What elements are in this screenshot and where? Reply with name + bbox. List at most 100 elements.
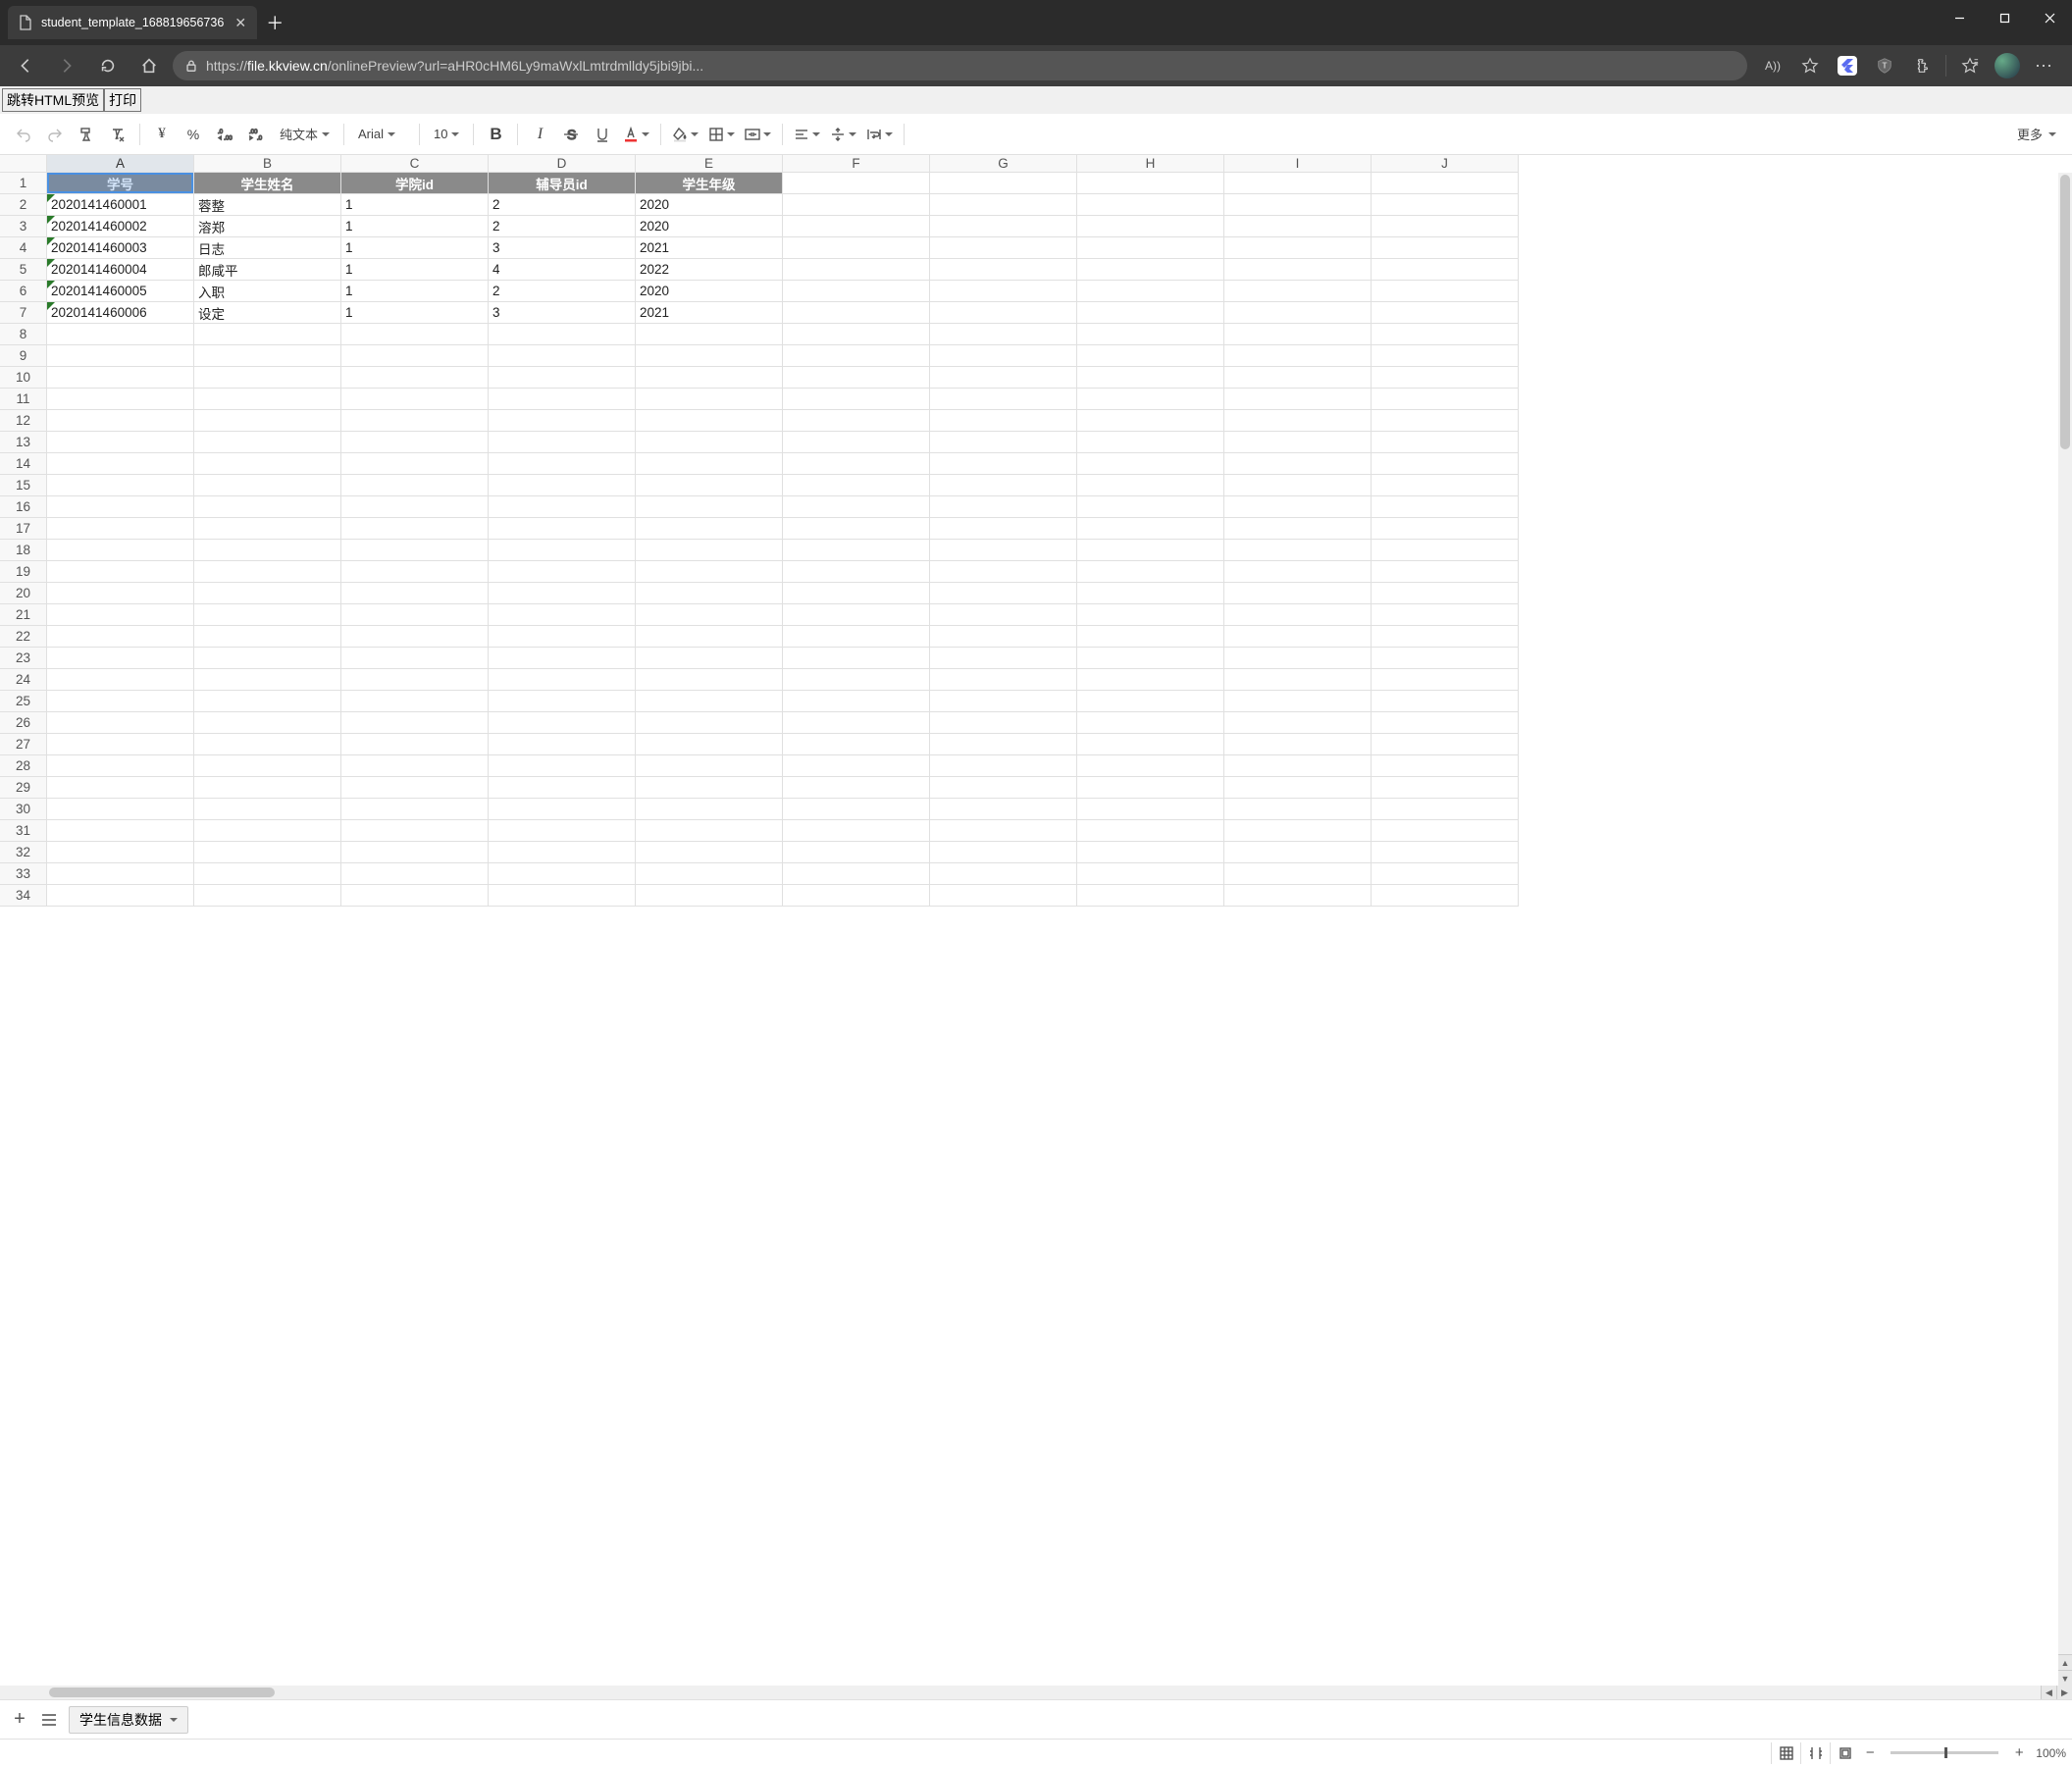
cell[interactable] [783, 799, 930, 820]
cell[interactable] [489, 863, 636, 885]
more-button[interactable]: 更多 [2011, 125, 2062, 143]
row-header[interactable]: 15 [0, 475, 47, 496]
cell[interactable] [341, 885, 489, 907]
cell[interactable] [930, 604, 1077, 626]
row-header[interactable]: 13 [0, 432, 47, 453]
format-painter-button[interactable] [73, 121, 100, 148]
cell[interactable] [341, 518, 489, 540]
cell[interactable] [47, 885, 194, 907]
cell[interactable] [783, 842, 930, 863]
cell[interactable] [1372, 475, 1519, 496]
row-header[interactable]: 28 [0, 755, 47, 777]
cell[interactable] [194, 496, 341, 518]
cell[interactable] [194, 324, 341, 345]
column-header[interactable]: E [636, 155, 783, 173]
cell[interactable] [47, 475, 194, 496]
increase-decimal-button[interactable]: .00.0 [242, 121, 270, 148]
cell[interactable] [47, 410, 194, 432]
cell[interactable] [489, 626, 636, 648]
cell[interactable] [783, 453, 930, 475]
cell[interactable]: 1 [341, 281, 489, 302]
cell[interactable] [341, 648, 489, 669]
extension-flutter-icon[interactable] [1832, 50, 1863, 81]
scroll-right-button[interactable]: ▶ [2056, 1686, 2072, 1699]
cell[interactable] [930, 669, 1077, 691]
cell[interactable] [930, 324, 1077, 345]
column-header[interactable]: H [1077, 155, 1224, 173]
horizontal-scrollbar[interactable]: ◀ ▶ [0, 1686, 2072, 1699]
cell[interactable] [1224, 496, 1372, 518]
cell[interactable] [489, 712, 636, 734]
cell[interactable] [47, 389, 194, 410]
cell[interactable] [636, 734, 783, 755]
cell[interactable] [1372, 259, 1519, 281]
cell[interactable]: 入职 [194, 281, 341, 302]
cell[interactable] [783, 389, 930, 410]
cell[interactable] [194, 755, 341, 777]
cell[interactable] [341, 540, 489, 561]
cell[interactable] [1372, 453, 1519, 475]
cell[interactable] [1224, 259, 1372, 281]
merge-cells-button[interactable] [742, 121, 774, 148]
cell[interactable] [1224, 302, 1372, 324]
cell[interactable] [783, 259, 930, 281]
cell[interactable] [1372, 777, 1519, 799]
cell[interactable] [930, 820, 1077, 842]
cell[interactable] [341, 712, 489, 734]
cell[interactable] [194, 799, 341, 820]
cell[interactable] [636, 626, 783, 648]
cell[interactable] [1077, 281, 1224, 302]
cell[interactable] [47, 626, 194, 648]
font-size-select[interactable]: 10 [428, 122, 465, 147]
cell[interactable] [930, 259, 1077, 281]
cell[interactable] [636, 755, 783, 777]
cell[interactable] [1372, 302, 1519, 324]
cell[interactable] [1224, 648, 1372, 669]
cell[interactable] [1372, 216, 1519, 237]
cell[interactable] [636, 496, 783, 518]
cell[interactable] [341, 345, 489, 367]
profile-avatar[interactable] [1992, 50, 2023, 81]
cell[interactable] [341, 561, 489, 583]
select-all-corner[interactable] [0, 155, 47, 173]
column-header[interactable]: D [489, 155, 636, 173]
cell[interactable] [783, 432, 930, 453]
cell[interactable] [47, 648, 194, 669]
row-header[interactable]: 12 [0, 410, 47, 432]
cell[interactable] [1372, 410, 1519, 432]
cell[interactable] [1224, 345, 1372, 367]
print-button[interactable]: 打印 [104, 88, 141, 112]
cell[interactable] [636, 345, 783, 367]
cell[interactable] [1077, 173, 1224, 194]
cell[interactable] [1372, 281, 1519, 302]
cell[interactable] [930, 518, 1077, 540]
cell[interactable] [194, 475, 341, 496]
cell[interactable] [47, 561, 194, 583]
cell[interactable] [930, 173, 1077, 194]
cell[interactable] [489, 518, 636, 540]
cell[interactable]: 学号 [47, 173, 194, 194]
cell[interactable] [341, 799, 489, 820]
cell[interactable] [930, 345, 1077, 367]
cell[interactable] [783, 302, 930, 324]
cell[interactable] [47, 820, 194, 842]
cell[interactable] [1224, 518, 1372, 540]
cell[interactable] [1224, 799, 1372, 820]
cell[interactable] [783, 691, 930, 712]
cell[interactable] [1372, 432, 1519, 453]
cell[interactable] [194, 583, 341, 604]
cell[interactable] [1224, 691, 1372, 712]
cell[interactable] [783, 820, 930, 842]
cell[interactable] [1077, 842, 1224, 863]
cell[interactable] [1077, 540, 1224, 561]
cell[interactable] [489, 691, 636, 712]
cell[interactable] [1224, 583, 1372, 604]
cell[interactable] [1077, 604, 1224, 626]
cell[interactable] [783, 518, 930, 540]
cell[interactable] [783, 648, 930, 669]
cell[interactable] [194, 863, 341, 885]
cell[interactable]: 设定 [194, 302, 341, 324]
page-break-view-button[interactable] [1830, 1742, 1859, 1764]
cell[interactable] [47, 345, 194, 367]
cell[interactable] [194, 518, 341, 540]
